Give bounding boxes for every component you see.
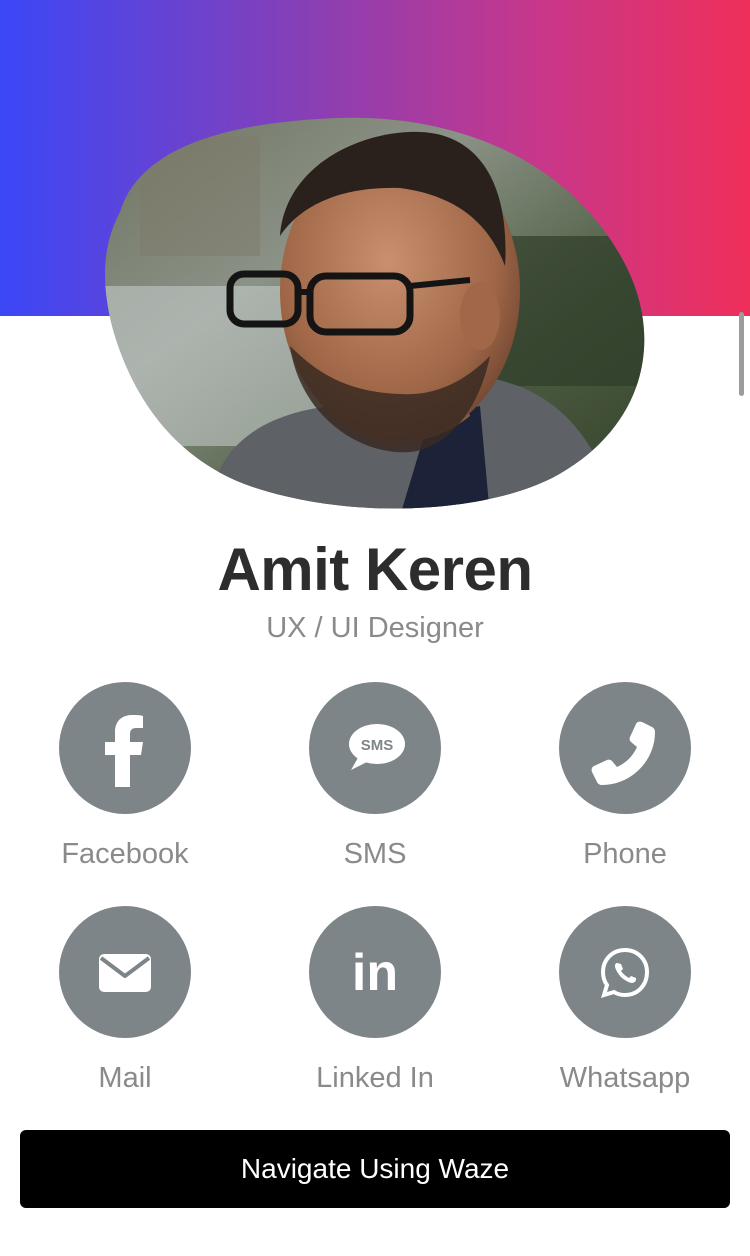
profile-name: Amit Keren: [217, 536, 533, 603]
scrollbar-thumb[interactable]: [739, 312, 744, 396]
whatsapp-icon[interactable]: [559, 906, 691, 1038]
sms-icon-text: SMS: [361, 737, 394, 754]
linkedin-icon-text: in: [352, 944, 398, 1002]
contact-label-mail: Mail: [98, 1062, 152, 1094]
contact-mail[interactable]: Mail: [0, 906, 250, 1098]
business-card-page: Amit Keren UX / UI Designer Facebook SMS…: [0, 0, 750, 1256]
facebook-icon[interactable]: [59, 682, 191, 814]
sms-icon[interactable]: SMS: [309, 682, 441, 814]
mail-icon[interactable]: [59, 906, 191, 1038]
contact-label-linkedin: Linked In: [316, 1062, 434, 1094]
profile-photo: [100, 116, 652, 516]
linkedin-icon[interactable]: in: [309, 906, 441, 1038]
contact-facebook[interactable]: Facebook: [0, 682, 250, 874]
contact-label-facebook: Facebook: [61, 838, 189, 870]
profile-title: UX / UI Designer: [266, 612, 484, 644]
scrollbar[interactable]: [739, 0, 744, 1256]
contact-label-whatsapp: Whatsapp: [559, 1062, 691, 1094]
contact-whatsapp[interactable]: Whatsapp: [500, 906, 750, 1098]
contact-label-sms: SMS: [343, 838, 407, 870]
navigate-waze-button[interactable]: Navigate Using Waze: [20, 1130, 730, 1208]
contact-sms[interactable]: SMS SMS: [250, 682, 500, 874]
contact-linkedin[interactable]: in Linked In: [250, 906, 500, 1098]
contact-label-phone: Phone: [583, 838, 667, 870]
contact-phone[interactable]: Phone: [500, 682, 750, 874]
phone-icon[interactable]: [559, 682, 691, 814]
